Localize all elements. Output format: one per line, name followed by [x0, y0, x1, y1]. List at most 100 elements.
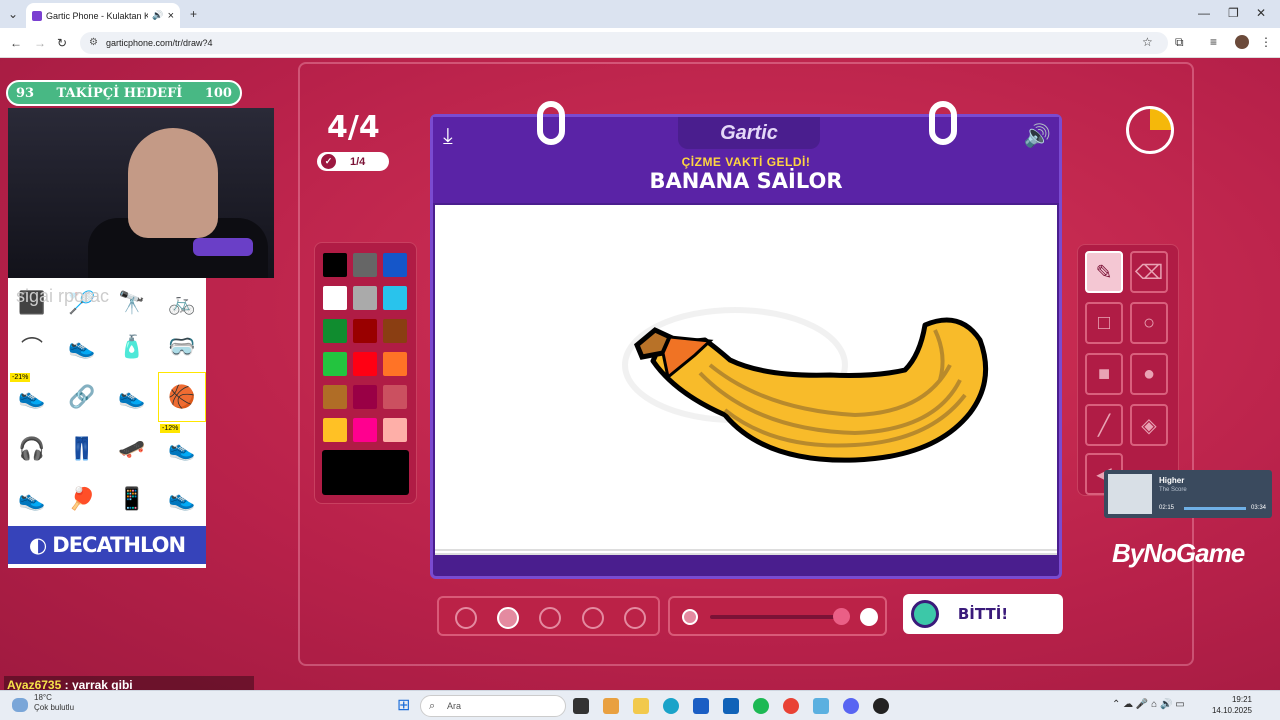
minimize-button[interactable]: — [1198, 6, 1210, 20]
goal-current: 93 [16, 85, 35, 101]
draw-heading: ÇİZME VAKTİ GELDİ! [681, 155, 811, 169]
drawing-sheet: Gartic ⤓ 🔊 ÇİZME VAKTİ GELDİ! BANANA SAİ… [430, 101, 1062, 579]
app-icon[interactable] [813, 698, 829, 714]
track-elapsed: 02:15 [1159, 505, 1175, 511]
opacity-slider-track[interactable] [710, 615, 840, 619]
fill-bucket-tool-icon[interactable]: ◈ [1130, 404, 1168, 446]
new-tab-button[interactable]: + [190, 7, 197, 21]
search-icon: ⌕ [429, 700, 436, 712]
color-swatch[interactable] [383, 286, 407, 310]
color-swatch[interactable] [323, 352, 347, 376]
round-counter: 4/4 [327, 110, 380, 145]
url-text: garticphone.com/tr/draw?4 [106, 38, 213, 48]
profile-avatar[interactable] [1235, 35, 1249, 49]
color-swatch[interactable] [353, 286, 377, 310]
waveform [1184, 507, 1246, 510]
color-swatch[interactable] [353, 418, 377, 442]
product-icon: 🧴 [118, 334, 146, 359]
ad-product-grid: ⬛ 🏸 🔭 🚲 ⌒ 👟 🧴 🥽 👟 🔗 👟 🏀 🎧 👖 🛹 👟 👟 🏓 📱 👟 [8, 278, 206, 526]
decathlon-ad: ⬛ 🏸 🔭 🚲 ⌒ 👟 🧴 🥽 👟 🔗 👟 🏀 🎧 👖 🛹 👟 👟 🏓 📱 👟 … [8, 278, 206, 568]
close-window-button[interactable]: ✕ [1256, 6, 1266, 20]
windows-start-icon[interactable]: ⊞ [397, 698, 410, 714]
task-view-icon[interactable] [573, 698, 589, 714]
color-swatch[interactable] [353, 319, 377, 343]
edge-icon[interactable] [663, 698, 679, 714]
product-icon: 🏀 [158, 372, 206, 422]
clock[interactable]: 19:21 14.10.2025 [1212, 694, 1252, 716]
outlook-icon[interactable] [723, 698, 739, 714]
restore-button[interactable]: ❐ [1228, 6, 1239, 20]
color-swatch[interactable] [323, 385, 347, 409]
bynogame-logo: ByNoGame [1112, 538, 1245, 568]
decathlon-logo-icon: ◐ [28, 533, 47, 557]
tab-list-icon[interactable]: ⌄ [8, 7, 18, 21]
product-icon: 🚲 [168, 290, 196, 315]
product-icon: 👟 [68, 334, 96, 359]
reload-icon[interactable]: ↻ [57, 36, 67, 50]
site-info-icon[interactable]: ⚙ [89, 37, 98, 48]
download-icon[interactable]: ⤓ [443, 123, 453, 149]
spotify-icon[interactable] [753, 698, 769, 714]
file-explorer-icon[interactable] [633, 698, 649, 714]
sheet-header: Gartic ⤓ 🔊 ÇİZME VAKTİ GELDİ! BANANA SAİ… [433, 117, 1059, 203]
decathlon-banner: ◐ DECATHLON [8, 526, 206, 564]
color-swatch[interactable] [353, 253, 377, 277]
pencil-tool-icon[interactable]: ✎ [1085, 251, 1123, 293]
taskbar-search[interactable]: ⌕ Ara [420, 695, 566, 717]
extensions-icon[interactable]: ⧉ [1175, 35, 1184, 49]
size-2-button[interactable] [497, 607, 519, 629]
color-swatch[interactable] [383, 418, 407, 442]
close-tab-icon[interactable]: × [168, 10, 180, 22]
discount-badge: -12% [160, 424, 181, 433]
circle-outline-tool-icon[interactable]: ○ [1130, 302, 1168, 344]
line-tool-icon[interactable]: ╱ [1085, 404, 1123, 446]
back-icon[interactable]: ← [10, 36, 22, 50]
binder-ring-right [929, 101, 957, 145]
store-icon[interactable] [693, 698, 709, 714]
size-1-button[interactable] [455, 607, 477, 629]
app-icon[interactable] [873, 698, 889, 714]
color-swatch[interactable] [383, 385, 407, 409]
color-swatch[interactable] [383, 319, 407, 343]
color-swatch[interactable] [383, 352, 407, 376]
color-swatch[interactable] [323, 418, 347, 442]
browser-tab[interactable]: Gartic Phone - Kulaktan Ku 🔊 × [26, 3, 180, 28]
product-icon: ⌒ [20, 336, 43, 361]
color-swatch[interactable] [353, 385, 377, 409]
forward-icon[interactable]: → [34, 36, 46, 50]
prompt-word: BANANA SAİLOR [649, 169, 843, 193]
weather-widget[interactable]: 18°C Çok bulutlu [34, 693, 74, 713]
color-swatch[interactable] [323, 286, 347, 310]
chrome-icon[interactable] [783, 698, 799, 714]
color-swatch[interactable] [353, 352, 377, 376]
size-3-button[interactable] [539, 607, 561, 629]
rectangle-fill-tool-icon[interactable]: ■ [1085, 353, 1123, 395]
menu-icon[interactable]: ⋮ [1260, 35, 1272, 49]
opacity-slider-handle[interactable] [833, 608, 850, 625]
product-icon: 👟 [168, 486, 196, 511]
circle-fill-tool-icon[interactable]: ● [1130, 353, 1168, 395]
volume-icon[interactable]: 🔊 [1024, 123, 1051, 149]
discord-icon[interactable] [843, 698, 859, 714]
music-widget: Higher The Score 02:15 03:34 [1104, 470, 1272, 518]
color-swatch[interactable] [323, 319, 347, 343]
system-tray-icon[interactable]: ⌃ ☁ 🎤 ⌂ 🔊 ▭ [1112, 699, 1185, 710]
size-5-button[interactable] [624, 607, 646, 629]
bookmark-star-icon[interactable]: ☆ [1142, 35, 1153, 49]
drawing-canvas[interactable] [435, 205, 1057, 555]
goal-target: 100 [204, 85, 232, 101]
audio-icon[interactable]: 🔊 [152, 10, 163, 21]
rectangle-outline-tool-icon[interactable]: □ [1085, 302, 1123, 344]
copilot-icon[interactable] [603, 698, 619, 714]
weather-temp: 18°C [34, 693, 52, 702]
track-artist: The Score [1159, 487, 1187, 493]
size-4-button[interactable] [582, 607, 604, 629]
color-swatch[interactable] [323, 253, 347, 277]
clock-time: 19:21 [1231, 695, 1252, 704]
address-bar[interactable]: ⚙ garticphone.com/tr/draw?4 [80, 32, 1168, 54]
color-swatch[interactable] [383, 253, 407, 277]
finish-button[interactable]: BİTTİ! [903, 594, 1063, 634]
current-color-preview [322, 450, 409, 495]
reading-list-icon[interactable]: ≡ [1210, 35, 1217, 49]
eraser-tool-icon[interactable]: ⌫ [1130, 251, 1168, 293]
